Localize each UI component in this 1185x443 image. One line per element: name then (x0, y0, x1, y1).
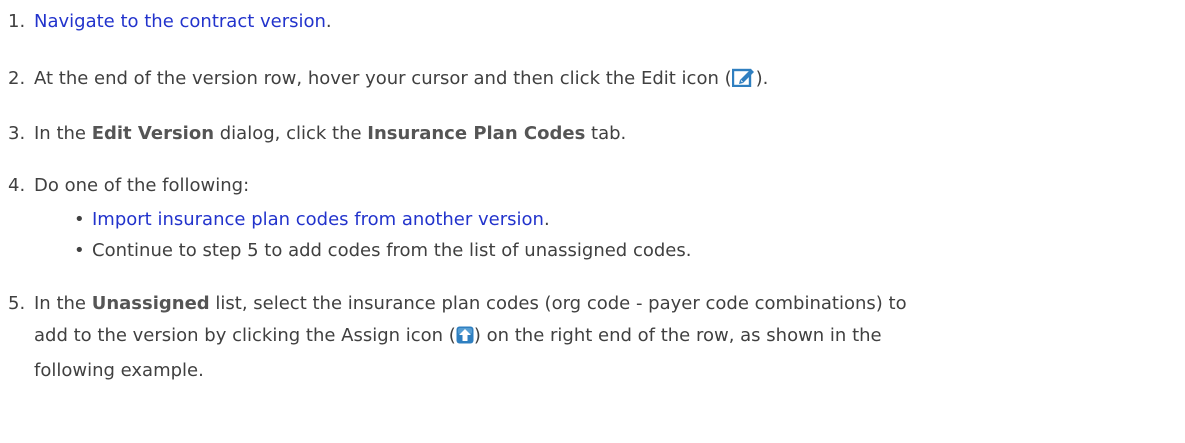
edit-version-label: Edit Version (91, 123, 215, 144)
step-text: list, select the insurance plan codes (o… (209, 293, 907, 314)
bullet-item: • Import insurance plan codes from anothe… (74, 210, 550, 230)
step-number: 1. (8, 11, 26, 32)
step-text: In the (34, 293, 92, 314)
insurance-plan-codes-label: Insurance Plan Codes (367, 123, 586, 144)
step-text: At the end of the version row, hover you… (34, 68, 732, 89)
instructions-document: 1. Navigate to the contract version. 2. At… (0, 0, 1185, 443)
bullet-text: . (543, 209, 550, 230)
navigate-contract-version-link[interactable]: Navigate to the contract version (34, 11, 326, 32)
step-number: 2. (8, 68, 26, 89)
step-number: 4. (8, 175, 26, 196)
step-number: 3. (8, 123, 26, 144)
edit-icon (731, 67, 756, 92)
bullet-dot: • (74, 209, 85, 230)
unassigned-label: Unassigned (91, 293, 210, 314)
bullet-dot: • (74, 240, 85, 261)
step-3: 3. In the Edit Version dialog, click the … (8, 124, 626, 144)
step-5-continuation: following example. (34, 361, 204, 381)
step-text: following example. (34, 360, 204, 381)
step-text: add to the version by clicking the Assig… (34, 325, 456, 346)
step-text: dialog, click the (214, 123, 368, 144)
step-5: 5. In the Unassigned list, select the ins… (8, 294, 907, 314)
step-text: In the (34, 123, 92, 144)
assign-icon (456, 326, 474, 349)
step-text: Do one of the following: (34, 175, 250, 196)
import-plan-codes-link[interactable]: Import insurance plan codes from another… (92, 209, 544, 230)
step-4: 4. Do one of the following: (8, 176, 249, 196)
bullet-text: Continue to step 5 to add codes from the… (92, 240, 692, 261)
bullet-item: • Continue to step 5 to add codes from th… (74, 241, 691, 261)
step-text: ) on the right end of the row, as shown … (473, 325, 882, 346)
step-2: 2. At the end of the version row, hover y… (8, 67, 768, 92)
step-text: . (325, 11, 332, 32)
step-text: tab. (585, 123, 627, 144)
step-number: 5. (8, 293, 26, 314)
step-text: ). (755, 68, 769, 89)
step-5-continuation: add to the version by clicking the Assig… (34, 326, 882, 349)
step-1: 1. Navigate to the contract version. (8, 12, 332, 32)
